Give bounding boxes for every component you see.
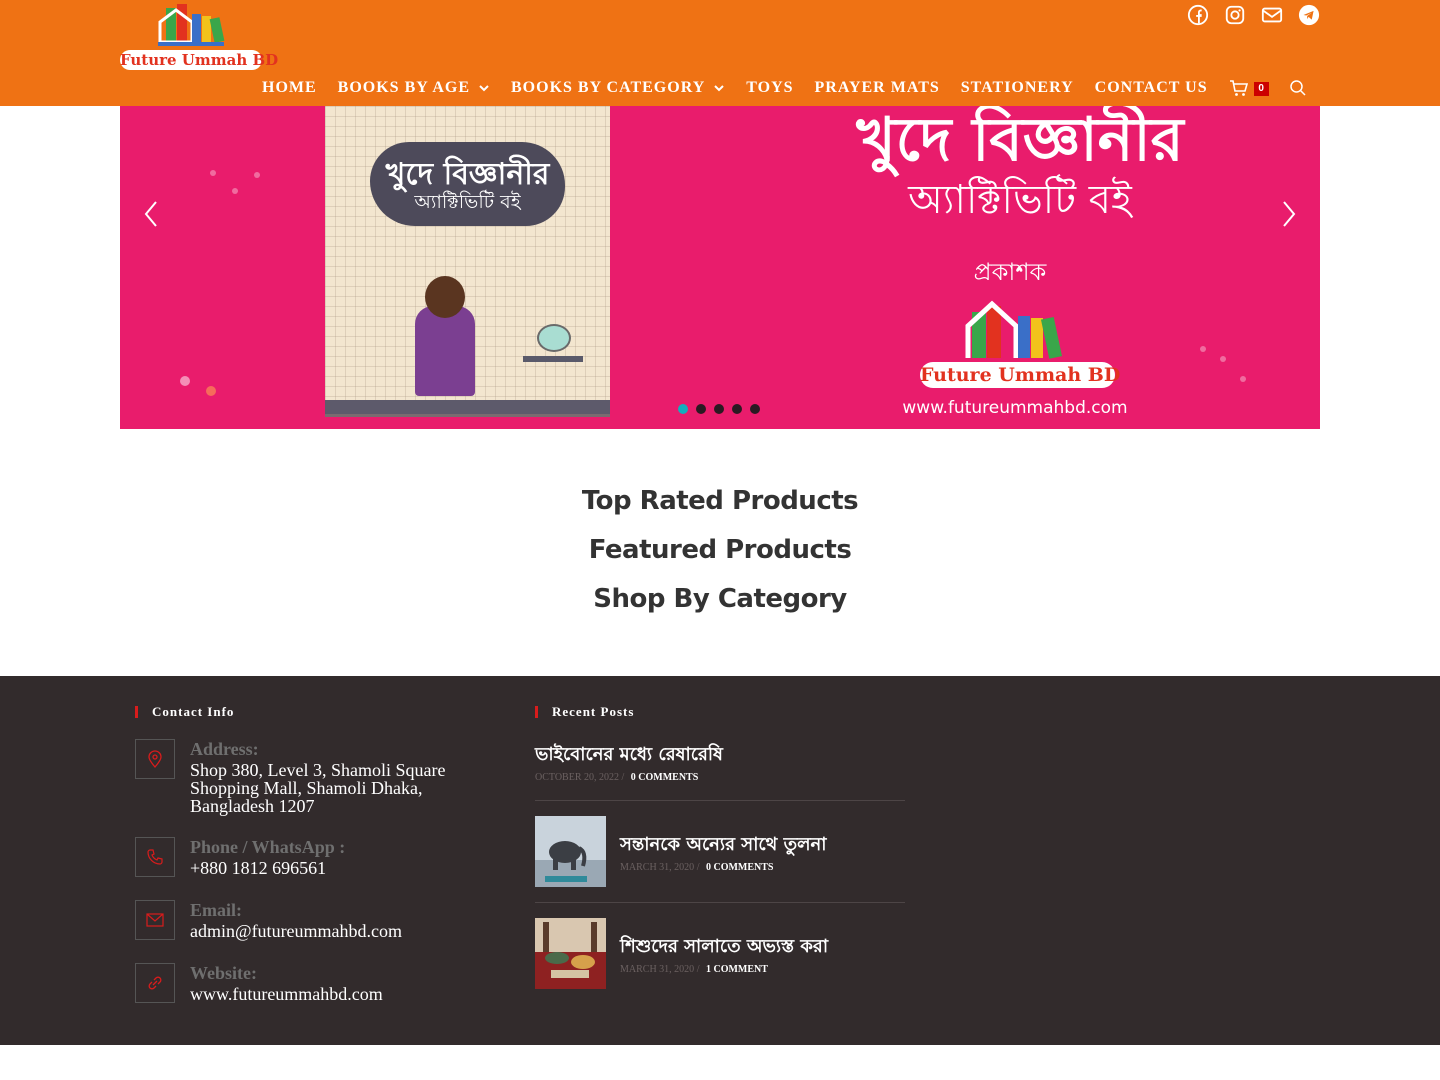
website-value[interactable]: www.futureummahbd.com (190, 985, 480, 1003)
cart-count-badge: 0 (1253, 82, 1269, 96)
mail-icon[interactable] (1261, 4, 1283, 26)
nav-contact-us[interactable]: CONTACT US (1095, 79, 1208, 97)
nav-label: BOOKS BY CATEGORY (511, 79, 706, 96)
address-value: Shop 380, Level 3, Shamoli Square Shoppi… (190, 760, 446, 816)
book-cover-image: খুদে বিজ্ঞানীর অ্যাক্টিভিটি বই (325, 106, 610, 414)
book-subtitle: অ্যাক্টিভিটি বই (414, 191, 521, 213)
post-title-link[interactable]: ভাইবোনের মধ্যে রেষারেষি (535, 740, 723, 771)
website-label: Website: (190, 963, 257, 983)
logo-books-icon (158, 4, 225, 46)
site-footer: Contact Info Address: Shop 380, Level 3,… (0, 676, 1440, 1045)
post-meta: MARCH 31, 2020 / 1 COMMENT (620, 964, 768, 975)
address-label: Address: (190, 739, 259, 759)
hero-slider: খুদে বিজ্ঞানীর অ্যাক্টিভিটি বই খুদে বিজ্… (120, 106, 1320, 429)
post-title-link[interactable]: সন্তানকে অন্যের সাথে তুলনা (620, 830, 826, 861)
slider-dot[interactable] (732, 404, 742, 414)
post-thumbnail[interactable] (535, 816, 606, 887)
post-divider (535, 800, 905, 801)
contact-info-heading: Contact Info (135, 704, 234, 720)
slider-dot[interactable] (678, 404, 688, 414)
email-label: Email: (190, 900, 242, 920)
contact-email: Email: admin@futureummahbd.com (135, 900, 465, 944)
email-icon-box (135, 900, 175, 940)
post-divider (535, 902, 905, 903)
chevron-down-icon (714, 85, 724, 92)
slider-dot[interactable] (696, 404, 706, 414)
telegram-icon[interactable] (1298, 4, 1320, 26)
publisher-logo-text: Future Ummah BD (920, 362, 1121, 388)
contact-address: Address: Shop 380, Level 3, Shamoli Squa… (135, 739, 465, 819)
post-comments-link[interactable]: 0 COMMENTS (631, 772, 699, 783)
nav-stationery[interactable]: STATIONERY (961, 79, 1074, 97)
site-logo[interactable]: Future Ummah BD (120, 0, 279, 72)
site-header: Future Ummah BD HOME BOOKS BY AGE BOOKS … (0, 0, 1440, 106)
nav-books-by-category[interactable]: BOOKS BY CATEGORY (511, 79, 725, 97)
social-links (1187, 4, 1320, 26)
link-icon (148, 976, 162, 990)
nav-label: CONTACT US (1094, 79, 1208, 96)
contact-website: Website: www.futureummahbd.com (135, 963, 465, 1007)
nav-label: STATIONERY (960, 79, 1074, 96)
nav-label: PRAYER MATS (814, 79, 940, 96)
post-date: OCTOBER 20, 2022 (535, 772, 619, 783)
phone-label: Phone / WhatsApp : (190, 837, 346, 857)
slide-publisher-label: প্রকাশক (973, 258, 1047, 286)
envelope-icon (146, 913, 164, 927)
chevron-down-icon (479, 85, 489, 92)
slider-pagination (678, 404, 760, 414)
post-comments-link[interactable]: 1 COMMENT (706, 964, 768, 975)
post-meta: OCTOBER 20, 2022 / 0 COMMENTS (535, 772, 699, 783)
slider-prev-arrow-icon[interactable] (140, 198, 162, 230)
location-pin-icon (148, 750, 162, 768)
facebook-icon[interactable] (1187, 4, 1209, 26)
nav-prayer-mats[interactable]: PRAYER MATS (815, 79, 940, 97)
phone-icon-box (135, 837, 175, 877)
slide-url: www.futureummahbd.com (902, 398, 1128, 418)
prayer-mat-thumbnail-image (535, 918, 606, 989)
main-nav: HOME BOOKS BY AGE BOOKS BY CATEGORY TOYS… (262, 76, 1307, 100)
post-date: MARCH 31, 2020 (620, 862, 695, 873)
featured-heading: Featured Products (588, 535, 852, 565)
nav-toys[interactable]: TOYS (746, 79, 793, 97)
post-comments-link[interactable]: 0 COMMENTS (706, 862, 774, 873)
instagram-icon[interactable] (1224, 4, 1246, 26)
website-icon-box (135, 963, 175, 1003)
address-icon-box (135, 739, 175, 779)
nav-label: BOOKS BY AGE (337, 79, 470, 96)
shop-by-category-heading: Shop By Category (593, 584, 847, 614)
elephant-thumbnail-image (535, 816, 606, 887)
cart-icon (1229, 80, 1248, 96)
contact-phone: Phone / WhatsApp : +880 1812 696561 (135, 837, 465, 881)
phone-value[interactable]: +880 1812 696561 (190, 859, 480, 877)
slider-dot[interactable] (750, 404, 760, 414)
slider-dot[interactable] (714, 404, 724, 414)
phone-icon (147, 849, 163, 865)
email-value[interactable]: admin@futureummahbd.com (190, 922, 480, 940)
publisher-logo-icon (965, 300, 1063, 359)
post-thumbnail[interactable] (535, 918, 606, 989)
nav-books-by-age[interactable]: BOOKS BY AGE (338, 79, 490, 97)
nav-home[interactable]: HOME (262, 79, 317, 97)
logo-text: Future Ummah BD (120, 50, 279, 70)
slide-publisher-logo: Future Ummah BD (920, 296, 1121, 394)
top-rated-heading: Top Rated Products (581, 486, 859, 516)
nav-label: HOME (262, 79, 317, 96)
post-meta: MARCH 31, 2020 / 0 COMMENTS (620, 862, 774, 873)
recent-posts-heading: Recent Posts (535, 704, 634, 720)
slider-next-arrow-icon[interactable] (1278, 198, 1300, 230)
post-title-link[interactable]: শিশুদের সালাতে অভ্যস্ত করা (620, 932, 828, 963)
search-icon[interactable] (1289, 79, 1307, 97)
slide-subheadline: অ্যাক্টিভিটি বই (908, 177, 1132, 223)
cart-button[interactable]: 0 (1229, 77, 1269, 99)
post-date: MARCH 31, 2020 (620, 964, 695, 975)
nav-label: TOYS (746, 79, 794, 96)
